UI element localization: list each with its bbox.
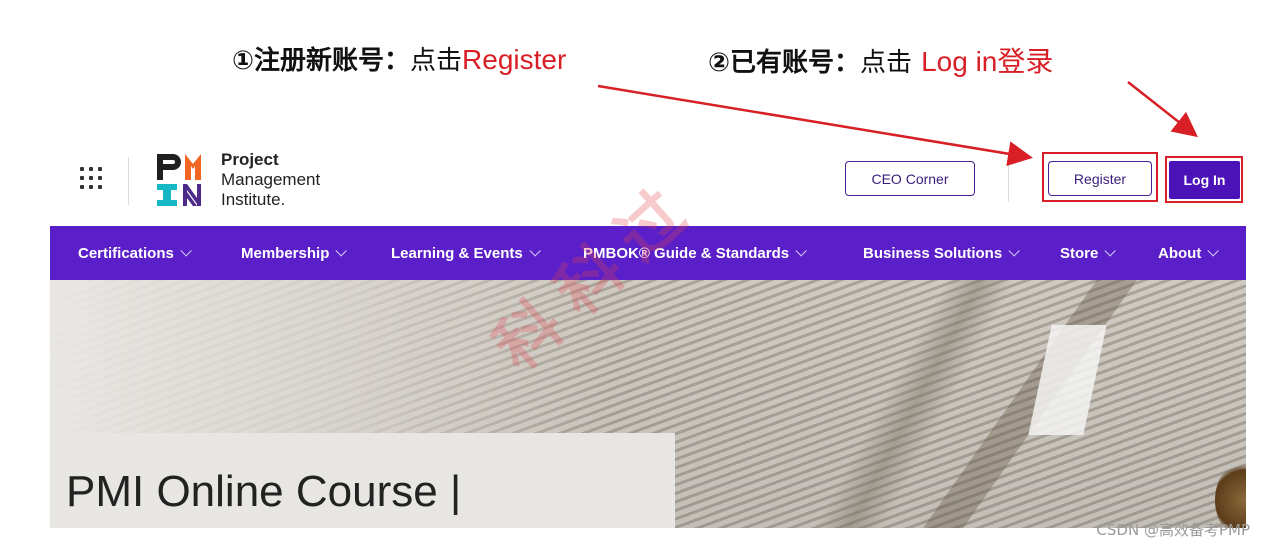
source-credit: CSDN @高效备考PMP [1096, 521, 1250, 539]
grid-menu-icon[interactable] [78, 165, 106, 193]
chevron-down-icon [1104, 245, 1117, 257]
annotation-register-target: Register [462, 44, 567, 75]
logo-line-institute: Institute. [221, 190, 286, 209]
header-button-divider [1008, 160, 1009, 202]
nav-label: Membership [241, 244, 330, 262]
nav-label: About [1158, 244, 1202, 262]
nav-item-store[interactable]: Store [1060, 226, 1117, 280]
hero-object [1215, 460, 1246, 528]
header-divider [128, 157, 129, 205]
annotation-login: ②已有账号：点击 Log in登录 [708, 40, 1053, 80]
chevron-down-icon [529, 245, 541, 257]
login-highlight-box [1165, 156, 1243, 203]
nav-item-learning-events[interactable]: Learning & Events [391, 226, 541, 280]
arrow-to-login [1127, 81, 1198, 138]
pmi-logo-icon[interactable] [155, 152, 211, 208]
chevron-down-icon [795, 245, 807, 257]
ceo-corner-button[interactable]: CEO Corner [845, 161, 975, 196]
annotation-register: ①注册新账号：点击Register [232, 40, 566, 77]
hero-window [1028, 325, 1107, 435]
nav-item-business-solutions[interactable]: Business Solutions [863, 226, 1020, 280]
nav-label: Learning & Events [391, 244, 523, 262]
hero-banner: PMI Online Course | [50, 280, 1246, 528]
nav-label: Certifications [78, 244, 174, 262]
hero-title-card: PMI Online Course | [50, 433, 675, 528]
arrow-to-register [597, 84, 1033, 167]
logo-line-project: Project [221, 150, 279, 169]
nav-item-certifications[interactable]: Certifications [78, 226, 192, 280]
nav-item-about[interactable]: About [1158, 226, 1220, 280]
register-highlight-box [1042, 152, 1158, 202]
annotation-login-action: 点击 [860, 48, 913, 78]
logo-wordmark[interactable]: Project Management Institute. [221, 150, 320, 210]
annotation-login-prefix: ②已有账号： [708, 48, 861, 78]
chevron-down-icon [1008, 245, 1020, 257]
annotation-register-prefix: ①注册新账号： [232, 46, 411, 76]
annotation-register-action: 点击 [410, 46, 463, 76]
nav-item-membership[interactable]: Membership [241, 226, 348, 280]
chevron-down-icon [1207, 245, 1220, 257]
logo-line-management: Management [221, 170, 321, 189]
nav-label: Business Solutions [863, 244, 1003, 262]
chevron-down-icon [335, 245, 348, 257]
annotation-login-target: Log in登录 [921, 46, 1054, 77]
chevron-down-icon [180, 245, 192, 257]
hero-title: PMI Online Course | [66, 467, 462, 516]
nav-label: Store [1060, 244, 1099, 262]
